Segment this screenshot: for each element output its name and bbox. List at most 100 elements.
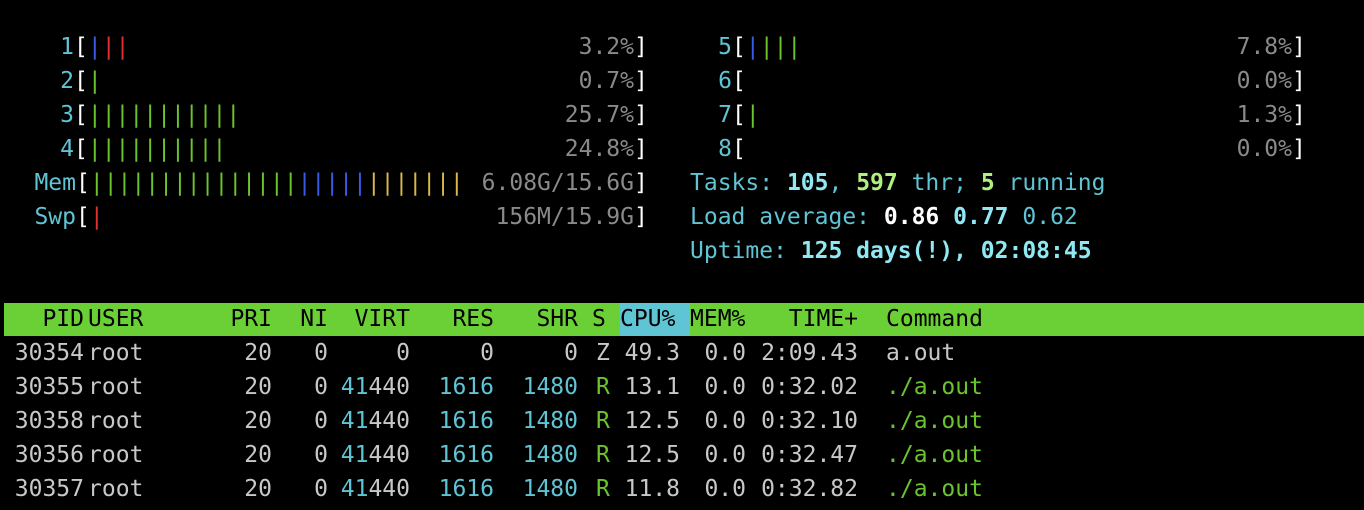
col-shr[interactable]: SHR xyxy=(508,303,578,336)
load-5min: 0.77 xyxy=(953,204,1009,230)
cpu-5-label: 5 xyxy=(718,34,732,60)
mem-cell: 0.0 xyxy=(704,476,746,502)
col-virt[interactable]: VIRT xyxy=(340,303,410,336)
time-cell: 0:32.02 xyxy=(761,374,858,400)
command-cell: ./a.out xyxy=(886,476,983,502)
user-cell: root xyxy=(88,340,144,366)
virt-cell: 41440 xyxy=(340,442,410,468)
col-res[interactable]: RES xyxy=(424,303,494,336)
cpu-6-bar: [ xyxy=(732,64,746,98)
user-cell: root xyxy=(88,374,144,400)
time-cell: 2:09.43 xyxy=(761,340,858,366)
bracket-open: [ xyxy=(732,136,746,162)
bracket-close: ] xyxy=(1292,34,1306,60)
virt-cell: 41440 xyxy=(340,476,410,502)
cpu-7-bar-segment: | xyxy=(745,102,760,128)
ni-cell: 0 xyxy=(314,340,328,366)
col-ni[interactable]: NI xyxy=(286,303,328,336)
res-cell: 1616 xyxy=(438,442,494,468)
cpu-7-meter: 7 [| 1.3%] xyxy=(0,98,1364,132)
cpu-7-value: 1.3% xyxy=(1236,102,1292,128)
pri-cell: 20 xyxy=(244,340,272,366)
cpu-6-value: 0.0% xyxy=(1236,68,1292,94)
col-time[interactable]: TIME+ xyxy=(760,303,858,336)
col-pri[interactable]: PRI xyxy=(230,303,272,336)
cpu-8-meter: 8[0.0%] xyxy=(0,132,1364,166)
swap-value: 156M/15.9G xyxy=(495,204,634,230)
mem-cell: 0.0 xyxy=(704,408,746,434)
cpu-6-meter: 6[0.0%] xyxy=(0,64,1364,98)
shr-cell: 1480 xyxy=(522,476,578,502)
state-cell: R xyxy=(596,374,610,400)
cpu-5-meter: 5 [|||| 7.8%] xyxy=(0,30,1364,64)
bracket-open: [ xyxy=(732,68,746,94)
res-cell: 1616 xyxy=(438,476,494,502)
pid-cell: 30355 xyxy=(14,374,84,400)
pid-cell: 30354 xyxy=(14,340,84,366)
memory-meter: Mem [||||||||||||||||||||||||||| 6.08G/15.… xyxy=(0,166,1364,200)
cpu-cell: 12.5 xyxy=(624,442,680,468)
load-1min: 0.86 xyxy=(883,204,940,230)
process-row[interactable]: 30358 root 20 0 41440 1616 1480 R 12.5 0.0 0:32.10… xyxy=(4,404,1364,438)
virt-cell: 0 xyxy=(396,340,410,366)
command-cell: a.out xyxy=(886,340,956,366)
cpu-8-label: 8 xyxy=(718,136,732,162)
swap-bar-segment: | xyxy=(89,204,104,230)
tasks-line: Tasks: 105, 597 thr; 5 running xyxy=(690,166,1105,200)
col-command[interactable]: Command xyxy=(886,303,983,336)
running-count: 5 xyxy=(980,170,995,196)
col-mem[interactable]: MEM% xyxy=(690,303,745,336)
process-row[interactable]: 30357 root 20 0 41440 1616 1480 R 11.8 0.0 0:32.82… xyxy=(4,472,1364,506)
shr-cell: 1480 xyxy=(522,442,578,468)
command-cell: ./a.out xyxy=(886,442,983,468)
cpu-cell: 13.1 xyxy=(624,374,680,400)
threads-count: 597 xyxy=(856,170,898,196)
process-row[interactable]: 30355 root 20 0 41440 1616 1480 R 13.1 0.0 0:32.02… xyxy=(4,370,1364,404)
cpu-5-value: 7.8% xyxy=(1236,34,1292,60)
command-cell: ./a.out xyxy=(886,408,983,434)
bracket-open: [ xyxy=(76,204,90,230)
col-state[interactable]: S xyxy=(592,303,606,336)
memory-bar-segment: ||||||| xyxy=(366,170,464,196)
col-user[interactable]: USER xyxy=(88,303,143,336)
state-cell: R xyxy=(596,476,610,502)
memory-bar: [||||||||||||||||||||||||||| xyxy=(76,166,464,200)
time-cell: 0:32.10 xyxy=(761,408,858,434)
process-row[interactable]: 30354 root 20 0 0 0 0 Z 49.3 0.0 2:09.43 a.out xyxy=(4,336,1364,370)
ni-cell: 0 xyxy=(314,374,328,400)
bracket-close: ] xyxy=(1292,68,1306,94)
col-pid[interactable]: PID xyxy=(4,303,84,336)
bracket-open: [ xyxy=(732,102,746,128)
mem-cell: 0.0 xyxy=(704,374,746,400)
bracket-close: ] xyxy=(1292,102,1306,128)
running-label: running xyxy=(994,170,1106,196)
uptime-label: Uptime: xyxy=(690,238,801,264)
mem-cell: 0.0 xyxy=(704,442,746,468)
pid-cell: 30357 xyxy=(14,476,84,502)
load-label: Load average: xyxy=(690,204,884,230)
bracket-open: [ xyxy=(76,170,90,196)
swap-bar: [| xyxy=(76,200,104,234)
cpu-5-bar-segment: ||| xyxy=(759,34,802,60)
shr-cell: 0 xyxy=(564,340,578,366)
col-cpu-sorted[interactable]: CPU% xyxy=(620,303,690,336)
res-cell: 1616 xyxy=(438,408,494,434)
cpu-8-value: 0.0% xyxy=(1236,136,1292,162)
user-cell: root xyxy=(88,476,144,502)
tasks-sep: , xyxy=(828,170,857,196)
cpu-5-bar-segment: | xyxy=(745,34,760,60)
state-cell: R xyxy=(596,408,610,434)
uptime-line: Uptime: 125 days(!), 02:08:45 xyxy=(690,234,1092,268)
pid-cell: 30356 xyxy=(14,442,84,468)
user-cell: root xyxy=(88,408,144,434)
state-cell: R xyxy=(596,442,610,468)
cpu-cell: 49.3 xyxy=(624,340,680,366)
process-row[interactable]: 30356 root 20 0 41440 1616 1480 R 12.5 0.0 0:32.47… xyxy=(4,438,1364,472)
user-cell: root xyxy=(88,442,144,468)
ni-cell: 0 xyxy=(314,442,328,468)
cpu-cell: 11.8 xyxy=(624,476,680,502)
time-cell: 0:32.47 xyxy=(761,442,858,468)
ni-cell: 0 xyxy=(314,408,328,434)
virt-cell: 41440 xyxy=(340,408,410,434)
load-average-line: Load average: 0.86 0.77 0.62 xyxy=(690,200,1078,234)
